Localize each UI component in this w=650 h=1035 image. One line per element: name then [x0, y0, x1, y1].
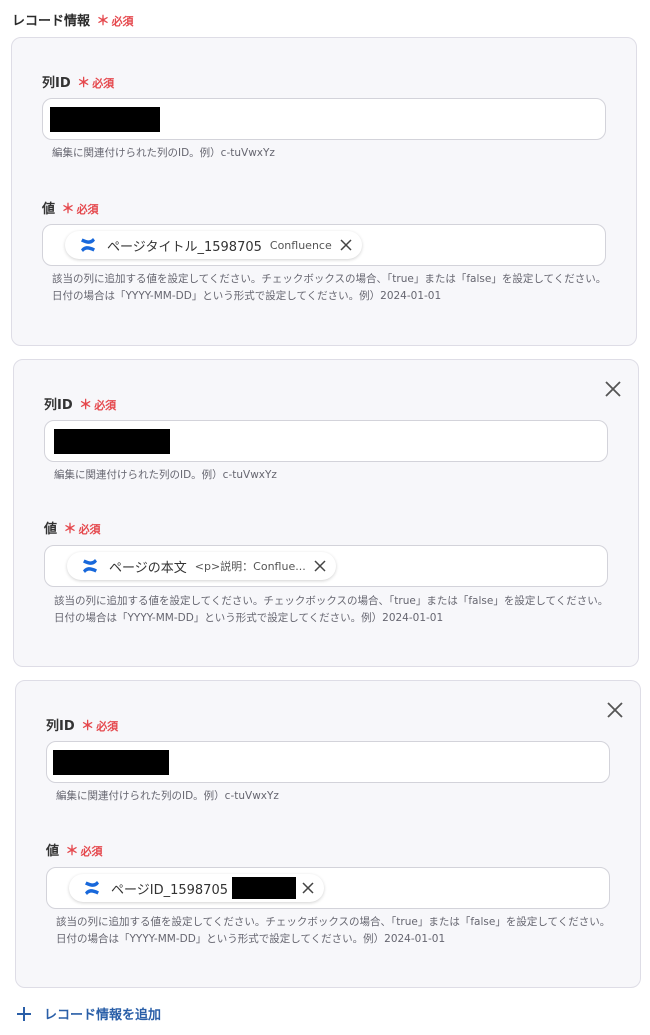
record-card-3: 列ID ＊必須 編集に関連付けられた列のID。例）c-tuVwxYz 値 ＊必須… [15, 680, 641, 988]
confluence-icon [81, 238, 95, 252]
value-help-line-2: 日付の場合は「YYYY-MM-DD」という形式で設定してください。例）2024-… [54, 612, 444, 624]
chip-label: ページの本文 [109, 560, 187, 576]
column-id-help: 編集に関連付けられた列のID。例）c-tuVwxYz [52, 147, 275, 159]
section-title-text: レコード情報 [12, 14, 91, 29]
record-card-2: 列ID ＊必須 編集に関連付けられた列のID。例）c-tuVwxYz 値 ＊必須… [13, 359, 639, 667]
column-id-help: 編集に関連付けられた列のID。例）c-tuVwxYz [54, 469, 277, 481]
value-help-line-1: 該当の列に追加する値を設定してください。チェックボックスの場合、「true」また… [56, 916, 611, 928]
record-card-1: 列ID ＊必須 編集に関連付けられた列のID。例）c-tuVwxYz 値 ＊必須… [11, 37, 637, 346]
column-id-input[interactable] [44, 420, 608, 462]
add-record-label: レコード情報を追加 [44, 1008, 162, 1023]
column-id-label: 列ID ＊必須 [46, 719, 119, 734]
required-badge: ＊必須 [79, 398, 117, 413]
confluence-icon [83, 559, 97, 573]
value-input[interactable]: ページタイトル_1598705 Confluence [42, 224, 606, 266]
close-icon[interactable] [302, 882, 314, 894]
redacted-value [231, 877, 296, 899]
value-help-line-1: 該当の列に追加する値を設定してください。チェックボックスの場合、「true」また… [52, 273, 607, 285]
value-label: 値 ＊必須 [42, 202, 99, 217]
value-chip[interactable]: ページの本文 <p>説明：Conflue... [67, 552, 336, 580]
remove-record-button[interactable] [604, 380, 622, 398]
value-chip[interactable]: ページタイトル_1598705 Confluence [65, 231, 362, 259]
add-record-button[interactable]: レコード情報を追加 [16, 1004, 161, 1023]
column-id-input[interactable] [42, 98, 606, 140]
column-id-input[interactable] [46, 741, 610, 783]
column-id-label: 列ID ＊必須 [42, 76, 115, 91]
redacted-value [53, 750, 169, 775]
remove-record-button[interactable] [606, 701, 624, 719]
redacted-value [50, 107, 160, 132]
column-id-help: 編集に関連付けられた列のID。例）c-tuVwxYz [56, 790, 279, 802]
record-info-form: レコード情報 ＊必須 列ID ＊必須 編集に関連付けられた列のID。例）c-tu… [0, 0, 650, 1035]
close-icon[interactable] [340, 239, 352, 251]
value-input[interactable]: ページID_1598705 [46, 867, 610, 909]
chip-label: ページID_1598705 [111, 882, 228, 898]
required-badge: ＊必須 [61, 202, 99, 217]
value-help-line-2: 日付の場合は「YYYY-MM-DD」という形式で設定してください。例）2024-… [56, 933, 446, 945]
plus-icon [17, 1006, 31, 1021]
value-label: 値 ＊必須 [44, 522, 101, 537]
value-help-line-2: 日付の場合は「YYYY-MM-DD」という形式で設定してください。例）2024-… [52, 290, 442, 302]
redacted-value [54, 429, 170, 454]
required-badge: ＊必須 [63, 522, 101, 537]
chip-source: <p>説明：Conflue... [194, 560, 306, 573]
value-label: 値 ＊必須 [46, 844, 103, 859]
section-title: レコード情報 ＊必須 [12, 10, 134, 29]
value-help-line-1: 該当の列に追加する値を設定してください。チェックボックスの場合、「true」また… [54, 595, 609, 607]
required-badge: ＊必須 [96, 14, 134, 29]
column-id-label: 列ID ＊必須 [44, 398, 117, 413]
value-chip[interactable]: ページID_1598705 [69, 874, 324, 902]
confluence-icon [85, 881, 99, 895]
chip-label: ページタイトル_1598705 [107, 239, 262, 255]
value-input[interactable]: ページの本文 <p>説明：Conflue... [44, 545, 608, 587]
required-badge: ＊必須 [77, 76, 115, 91]
close-icon[interactable] [314, 560, 326, 572]
required-badge: ＊必須 [65, 844, 103, 859]
required-badge: ＊必須 [81, 719, 119, 734]
chip-source: Confluence [269, 238, 332, 252]
